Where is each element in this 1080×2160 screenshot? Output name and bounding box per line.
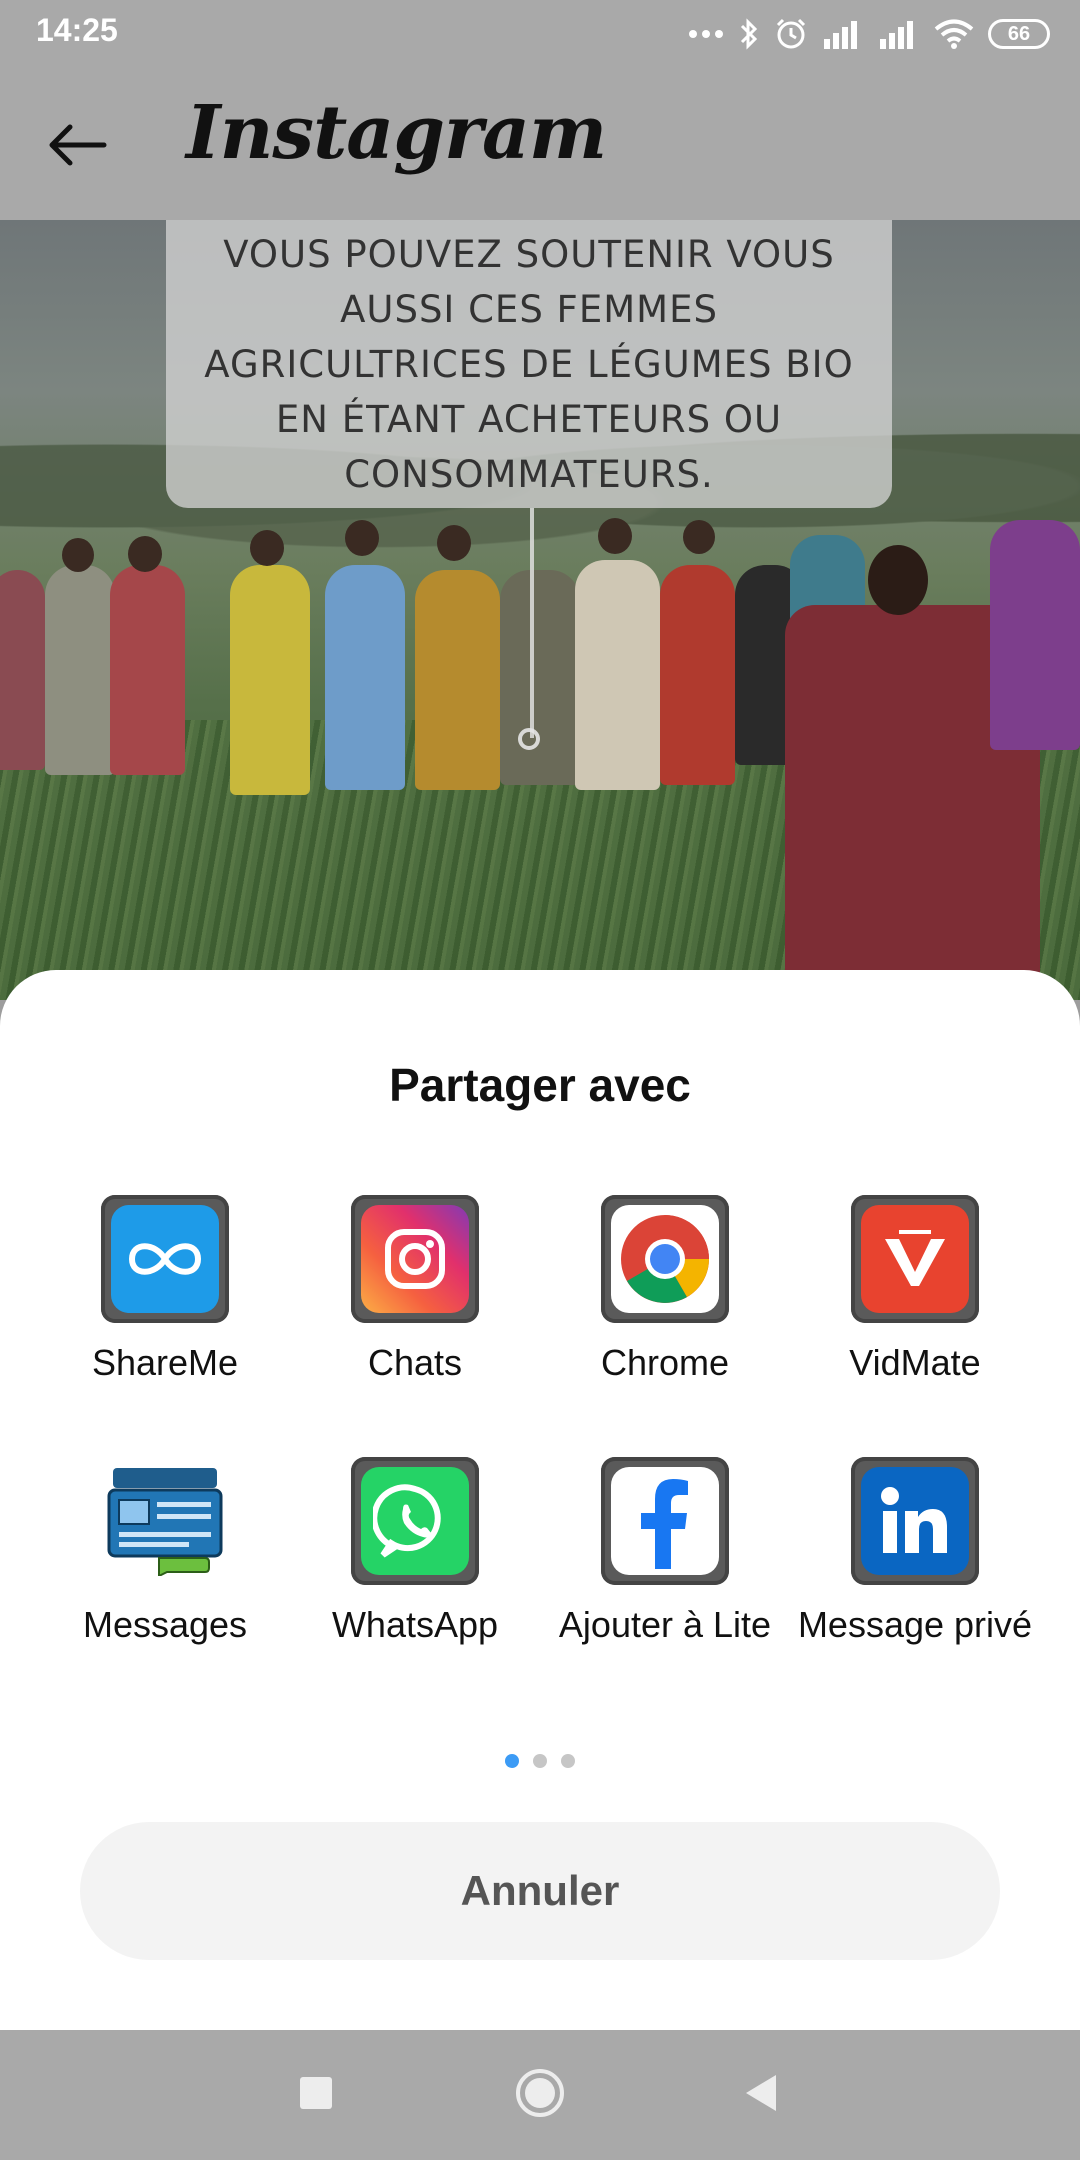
- alarm-icon: [774, 17, 808, 51]
- circle-icon: [514, 2067, 566, 2124]
- battery-level: 66: [1007, 22, 1031, 45]
- share-app-vidmate[interactable]: VidMate: [790, 1195, 1040, 1385]
- back-nav-button[interactable]: [720, 2065, 800, 2125]
- share-app-label: Message privé: [797, 1604, 1033, 1645]
- caption-pointer-line: [530, 508, 534, 738]
- page-dot: [533, 1754, 547, 1768]
- page-indicator: [0, 1754, 1080, 1768]
- share-app-shareme[interactable]: ShareMe: [40, 1195, 290, 1385]
- share-app-label: Chats: [367, 1342, 463, 1383]
- share-app-label: WhatsApp: [331, 1604, 499, 1645]
- caption-text: VOUS POUVEZ SOUTENIR VOUS AUSSI CES FEMM…: [204, 232, 854, 496]
- arrow-left-icon: [44, 121, 108, 174]
- cancel-button[interactable]: Annuler: [80, 1822, 1000, 1960]
- share-app-label: Messages: [82, 1604, 248, 1645]
- chrome-icon: [611, 1205, 719, 1313]
- app-bar: Instagram: [0, 70, 1080, 220]
- status-bar: 14:25 66: [0, 0, 1080, 70]
- recents-button[interactable]: [276, 2065, 356, 2125]
- back-button[interactable]: [36, 112, 116, 182]
- instagram-icon: [361, 1205, 469, 1313]
- status-icons: 66: [688, 14, 1050, 54]
- share-app-linkedin[interactable]: Message privé: [790, 1457, 1040, 1647]
- facebook-icon: [611, 1467, 719, 1575]
- linkedin-icon: [861, 1467, 969, 1575]
- page-dot: [561, 1754, 575, 1768]
- share-app-chrome[interactable]: Chrome: [540, 1195, 790, 1385]
- caption-pointer-knob: [518, 728, 540, 750]
- more-dots-icon: [688, 29, 724, 39]
- share-app-label: ShareMe: [91, 1342, 239, 1383]
- video-player[interactable]: VOUS POUVEZ SOUTENIR VOUS AUSSI CES FEMM…: [0, 220, 1080, 1000]
- app-title: Instagram: [186, 90, 607, 176]
- triangle-back-icon: [742, 2073, 778, 2118]
- square-icon: [298, 2075, 334, 2116]
- share-app-facebook-lite[interactable]: Ajouter à Lite: [540, 1457, 790, 1647]
- vidmate-icon: [861, 1205, 969, 1313]
- share-sheet-title: Partager avec: [389, 1059, 691, 1111]
- video-caption: VOUS POUVEZ SOUTENIR VOUS AUSSI CES FEMM…: [166, 220, 892, 508]
- messages-icon: [101, 1457, 229, 1585]
- signal-icon: [822, 19, 864, 49]
- page-dot-active: [505, 1754, 519, 1768]
- status-time: 14:25: [36, 12, 118, 48]
- bluetooth-icon: [738, 17, 760, 51]
- share-app-chats[interactable]: Chats: [290, 1195, 540, 1385]
- shareme-icon: [111, 1205, 219, 1313]
- share-app-whatsapp[interactable]: WhatsApp: [290, 1457, 540, 1647]
- battery-icon: 66: [988, 19, 1050, 49]
- share-sheet: Partager avec ShareMe Chats Chrome VidMa…: [0, 970, 1080, 2030]
- navigation-bar: [0, 2030, 1080, 2160]
- share-app-label: VidMate: [849, 1342, 981, 1383]
- share-app-messages[interactable]: Messages: [40, 1457, 290, 1647]
- signal-icon: [878, 19, 920, 49]
- wifi-icon: [934, 18, 974, 50]
- share-app-label: Ajouter à Lite: [558, 1604, 772, 1645]
- whatsapp-icon: [361, 1467, 469, 1575]
- share-app-label: Chrome: [600, 1342, 730, 1383]
- home-button[interactable]: [500, 2065, 580, 2125]
